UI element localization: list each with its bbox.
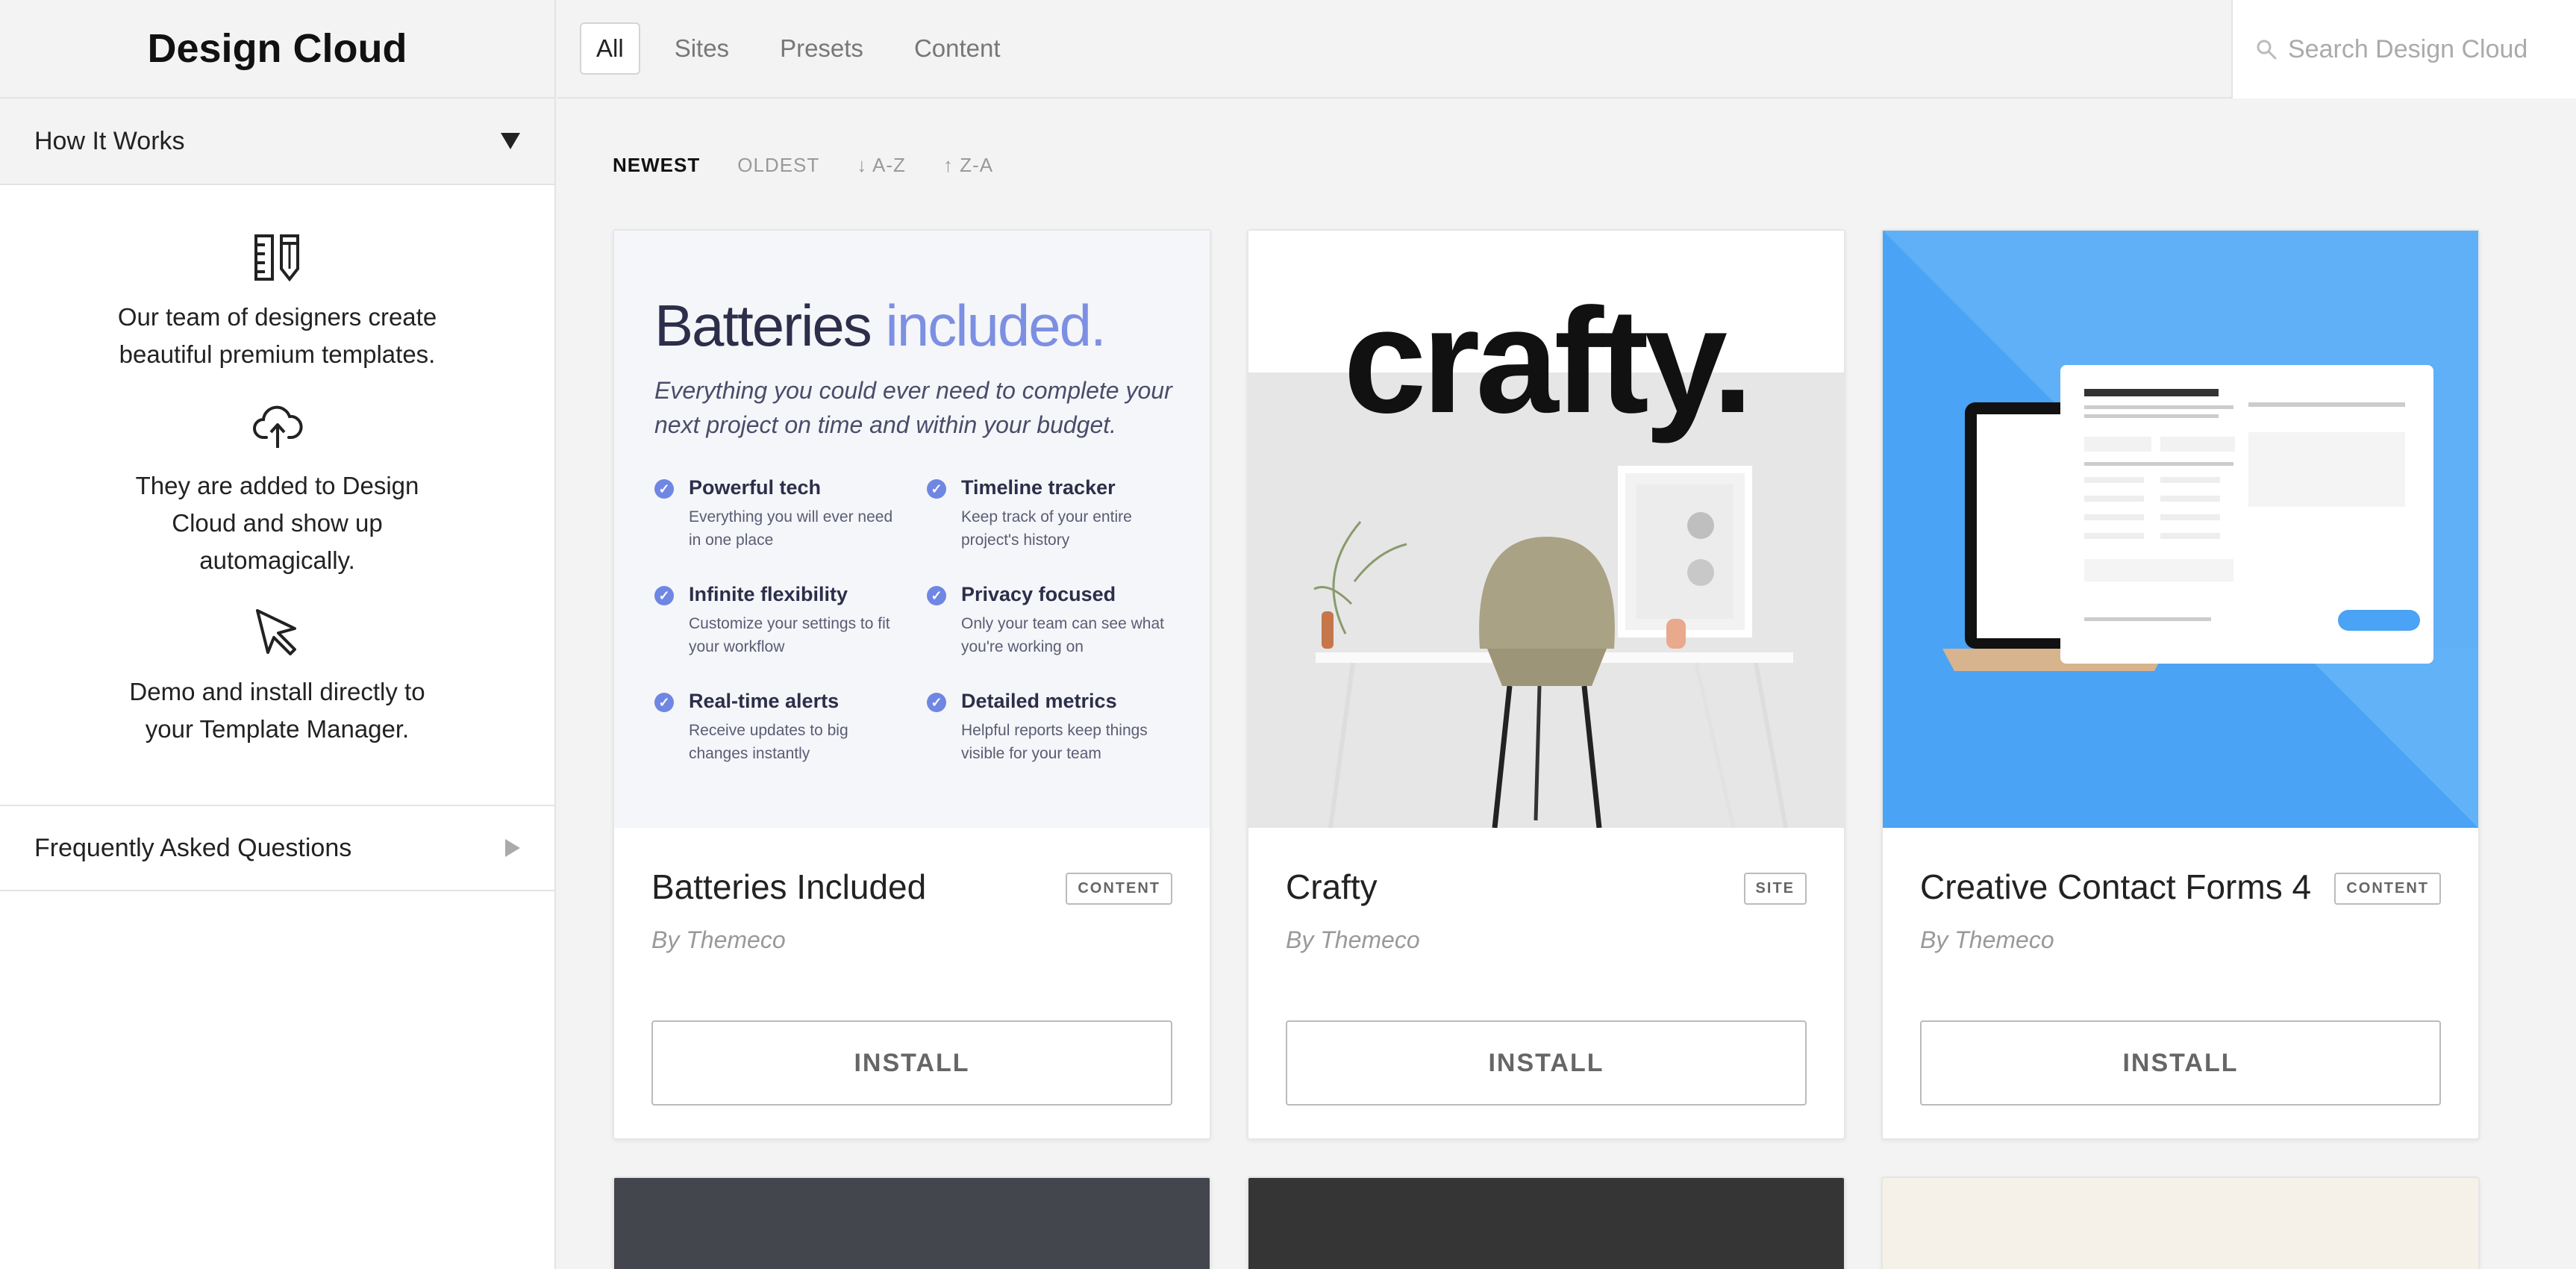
cloud-upload-icon: [252, 405, 303, 448]
card-author: By Themeco: [651, 926, 786, 953]
preview-headline-b: included.: [885, 293, 1106, 358]
feature-item: ✓ Detailed metrics Helpful reports keep th…: [927, 690, 1174, 765]
how-step: Our team of designers create beautiful p…: [30, 231, 525, 373]
search-box: [2231, 0, 2576, 99]
template-preview[interactable]: crafty.: [1248, 231, 1844, 828]
check-icon: ✓: [927, 479, 946, 499]
type-badge: CONTENT: [2334, 873, 2441, 905]
sort-bar: NEWEST OLDEST ↓ A-Z ↑ Z-A: [613, 154, 1031, 177]
feature-title: Infinite flexibility: [689, 583, 848, 605]
feature-desc: Everything you will ever need in one pla…: [689, 508, 893, 549]
feature-item: ✓ Powerful tech Everything you will ever n…: [654, 476, 901, 552]
search-input[interactable]: [2288, 34, 2572, 64]
preview-subhead: Everything you could ever need to comple…: [654, 377, 1172, 438]
tab-content[interactable]: Content: [898, 22, 1017, 75]
template-card: crafty. Crafty By Themeco SITE INSTALL: [1247, 229, 1845, 1140]
card-body: Creative Contact Forms 4 By Themeco CONT…: [1883, 828, 2478, 1141]
sort-a-z[interactable]: ↓ A-Z: [857, 154, 906, 177]
template-card: Batteries included. Everything you could…: [613, 229, 1211, 1140]
feature-desc: Customize your settings to fit your work…: [689, 615, 890, 655]
feature-title: Real-time alerts: [689, 690, 840, 712]
install-button[interactable]: INSTALL: [1920, 1020, 2441, 1106]
sort-newest[interactable]: NEWEST: [613, 154, 700, 177]
how-step: They are added to Design Cloud and show …: [30, 400, 525, 579]
feature-item: ✓ Real-time alerts Receive updates to big …: [654, 690, 901, 765]
check-icon: ✓: [654, 693, 674, 712]
template-card[interactable]: [613, 1176, 1211, 1269]
check-icon: ✓: [927, 693, 946, 712]
top-bar: All Sites Presets Content: [557, 0, 2576, 99]
card-author: By Themeco: [1920, 926, 2054, 953]
install-button[interactable]: INSTALL: [651, 1020, 1172, 1106]
card-author: By Themeco: [1286, 926, 1420, 953]
check-icon: ✓: [927, 586, 946, 605]
type-badge: SITE: [1743, 873, 1807, 905]
type-badge: CONTENT: [1066, 873, 1172, 905]
how-it-works-panel: Our team of designers create beautiful p…: [0, 185, 554, 805]
template-preview[interactable]: Batteries included. Everything you could…: [614, 231, 1210, 828]
feature-item: ✓ Infinite flexibility Customize your sett…: [654, 583, 901, 658]
feature-item: ✓ Privacy focused Only your team can see w…: [927, 583, 1174, 658]
sort-oldest[interactable]: OLDEST: [737, 154, 819, 177]
tab-all[interactable]: All: [580, 22, 640, 75]
search-icon: [2257, 40, 2277, 60]
template-preview[interactable]: [1883, 231, 2478, 828]
template-card[interactable]: [1881, 1176, 2480, 1269]
install-button[interactable]: INSTALL: [1286, 1020, 1807, 1106]
feature-title: Powerful tech: [689, 476, 822, 499]
faq-label: Frequently Asked Questions: [34, 833, 352, 862]
faq-toggle[interactable]: Frequently Asked Questions: [0, 805, 554, 891]
sort-z-a[interactable]: ↑ Z-A: [943, 154, 993, 177]
how-it-works-toggle[interactable]: How It Works: [0, 99, 554, 185]
cursor-arrow-icon: [255, 609, 296, 655]
how-step-text: Demo and install directly to your Templa…: [129, 678, 425, 743]
template-card[interactable]: [1247, 1176, 1845, 1269]
feature-desc: Helpful reports keep things visible for …: [961, 722, 1148, 762]
card-title: Crafty: [1286, 867, 1378, 906]
crafty-wordmark: crafty.: [1343, 278, 1753, 444]
how-it-works-label: How It Works: [34, 126, 185, 155]
how-step-text: Our team of designers create beautiful p…: [117, 303, 437, 368]
check-icon: ✓: [654, 586, 674, 605]
feature-desc: Receive updates to big changes instantly: [689, 722, 848, 762]
card-body: Batteries Included By Themeco CONTENT IN…: [614, 828, 1210, 1141]
how-step-text: They are added to Design Cloud and show …: [135, 472, 419, 574]
tab-presets[interactable]: Presets: [763, 22, 880, 75]
tab-sites[interactable]: Sites: [658, 22, 745, 75]
caret-down-icon: [501, 133, 520, 149]
card-body: Crafty By Themeco SITE INSTALL: [1248, 828, 1844, 1141]
feature-desc: Keep track of your entire project's hist…: [961, 508, 1132, 549]
feature-title: Detailed metrics: [961, 690, 1117, 712]
feature-item: ✓ Timeline tracker Keep track of your enti…: [927, 476, 1174, 552]
how-step: Demo and install directly to your Templa…: [30, 606, 525, 748]
ruler-pencil-icon: [254, 234, 299, 282]
contact-form-mockup-image: [1883, 231, 2478, 828]
template-card: Creative Contact Forms 4 By Themeco CONT…: [1881, 229, 2480, 1140]
feature-grid: ✓ Powerful tech Everything you will ever n…: [654, 476, 1174, 765]
brand-title: Design Cloud: [0, 0, 554, 99]
sidebar: Design Cloud How It Works Our team of de…: [0, 0, 556, 1269]
preview-headline-a: Batteries: [654, 293, 872, 358]
caret-right-icon: [505, 839, 520, 857]
feature-desc: Only your team can see what you're worki…: [961, 615, 1164, 655]
preview-headline: Batteries included.: [654, 292, 1174, 360]
feature-title: Privacy focused: [961, 583, 1116, 605]
feature-title: Timeline tracker: [961, 476, 1116, 499]
check-icon: ✓: [654, 479, 674, 499]
